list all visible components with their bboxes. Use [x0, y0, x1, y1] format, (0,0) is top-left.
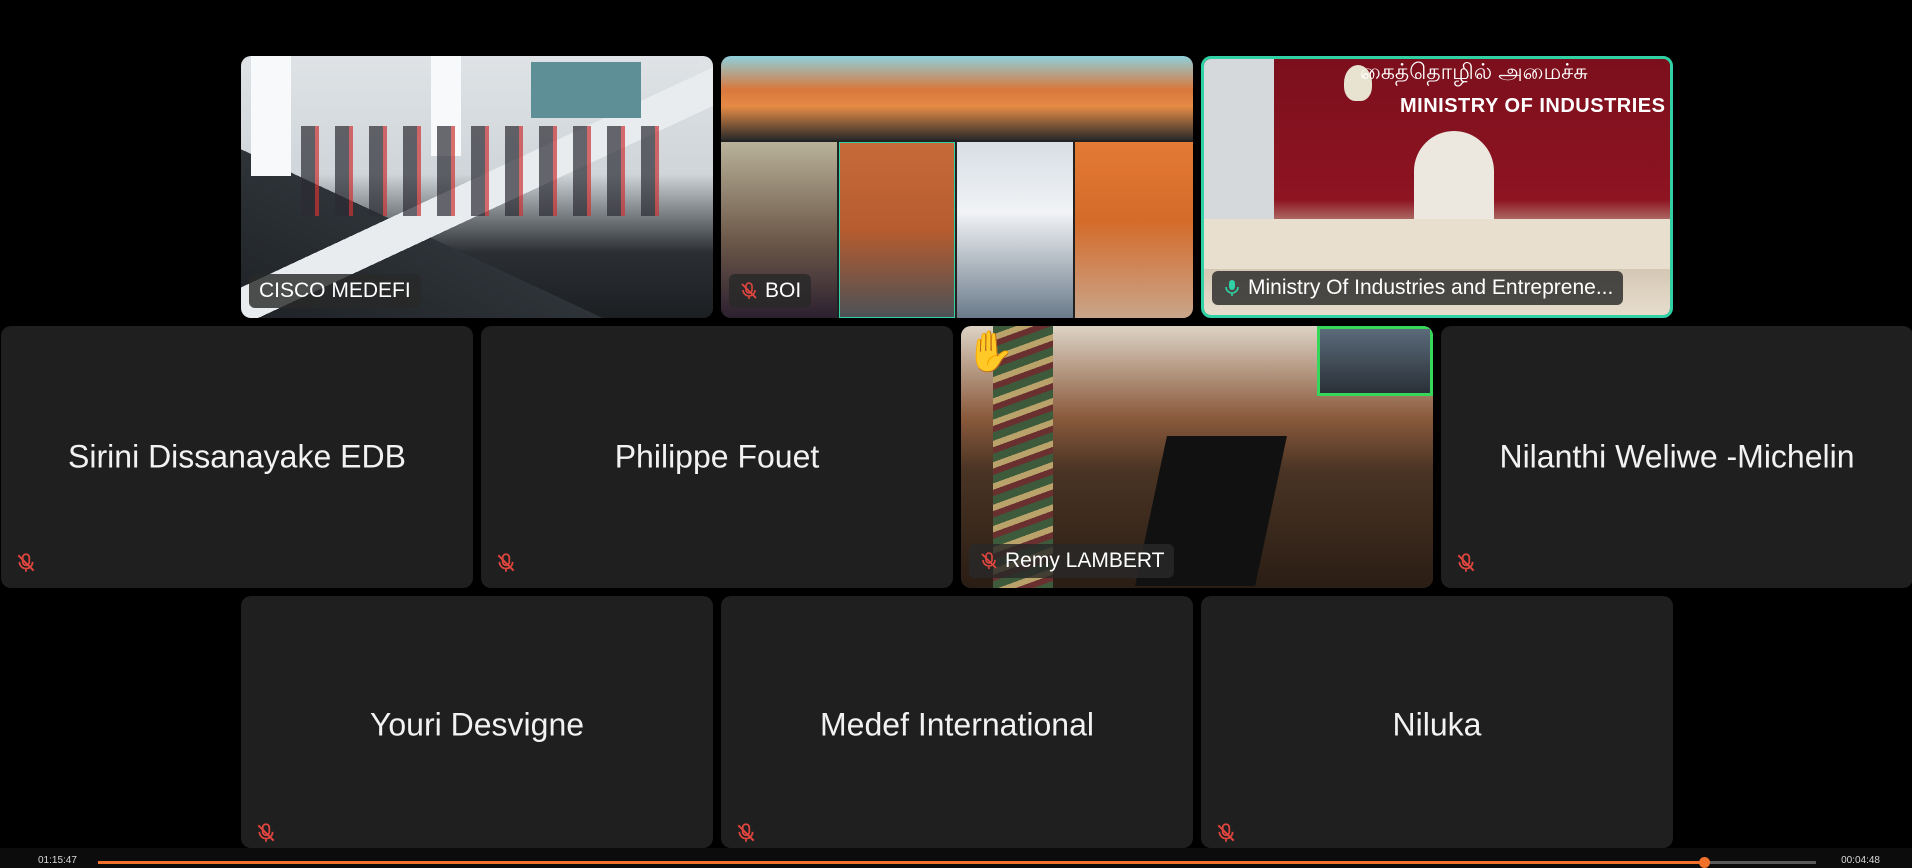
mic-muted-icon — [737, 823, 755, 842]
mic-muted-icon — [1217, 823, 1235, 842]
speaker — [1414, 131, 1494, 231]
participant-name: Medef International — [820, 706, 1094, 743]
participant-name: CISCO MEDEFI — [259, 279, 411, 302]
desk — [1204, 219, 1670, 269]
video-feed-sub — [839, 142, 955, 318]
self-view-pip[interactable] — [1317, 326, 1433, 396]
seek-handle[interactable] — [1699, 857, 1711, 868]
mic-muted-icon — [17, 553, 35, 572]
mic-muted-icon — [497, 553, 515, 572]
mic-muted-icon — [1457, 553, 1475, 572]
participant-name: Remy LAMBERT — [1005, 549, 1165, 572]
sign-english: MINISTRY OF INDUSTRIES — [1400, 95, 1666, 117]
wall-map — [531, 62, 641, 118]
name-label: Remy LAMBERT — [969, 544, 1175, 578]
raised-hand-icon: ✋ — [965, 330, 1015, 374]
mic-active-icon — [1225, 280, 1239, 296]
participant-tile-cisco-medefi[interactable]: CISCO MEDEFI — [241, 56, 713, 318]
participant-name: BOI — [765, 279, 802, 302]
participant-name: Niluka — [1392, 706, 1482, 743]
participant-name: Nilanthi Weliwe -Michelin — [1499, 438, 1855, 475]
participant-tile-ministry[interactable]: கைத்தொழில் அமைச்சு MINISTRY OF INDUSTRIE… — [1201, 56, 1673, 318]
participant-tile-niluka[interactable]: Niluka — [1201, 596, 1673, 848]
remaining-time: 00:04:48 — [1841, 855, 1880, 866]
participant-tile-remy[interactable]: ✋ Remy LAMBERT — [961, 326, 1433, 588]
name-label: BOI — [729, 274, 812, 308]
seek-progress — [98, 861, 1705, 864]
participant-name: Youri Desvigne — [369, 706, 585, 743]
mic-muted-icon — [257, 823, 275, 842]
participant-tile-nilanthi[interactable]: Nilanthi Weliwe -Michelin — [1441, 326, 1912, 588]
video-feed-sub — [957, 142, 1073, 318]
participant-name: Philippe Fouet — [614, 438, 820, 475]
participant-tile-sirini[interactable]: Sirini Dissanayake EDB — [1, 326, 473, 588]
participant-tile-medef[interactable]: Medef International — [721, 596, 1193, 848]
name-label: CISCO MEDEFI — [249, 274, 421, 308]
elapsed-time: 01:15:47 — [38, 855, 77, 866]
video-feed-sub — [1075, 142, 1193, 318]
participant-name: Sirini Dissanayake EDB — [68, 438, 406, 475]
video-feed-main — [721, 56, 1193, 140]
name-label: Ministry Of Industries and Entreprene... — [1212, 271, 1624, 305]
window-decoration — [251, 56, 291, 176]
participant-name: Ministry Of Industries and Entreprene... — [1248, 276, 1614, 299]
mic-muted-icon — [741, 282, 757, 299]
seek-track[interactable] — [98, 857, 1816, 868]
sign-tamil: கைத்தொழில் அமைச்சு — [1360, 59, 1588, 84]
wall — [1204, 59, 1274, 239]
participant-tile-youri[interactable]: Youri Desvigne — [241, 596, 713, 848]
meeting-attendees — [301, 126, 661, 216]
participant-tile-boi[interactable]: BOI — [721, 56, 1193, 318]
participant-tile-philippe[interactable]: Philippe Fouet — [481, 326, 953, 588]
playback-bar: 01:15:47 00:04:48 — [0, 848, 1912, 868]
mic-muted-icon — [981, 552, 997, 569]
